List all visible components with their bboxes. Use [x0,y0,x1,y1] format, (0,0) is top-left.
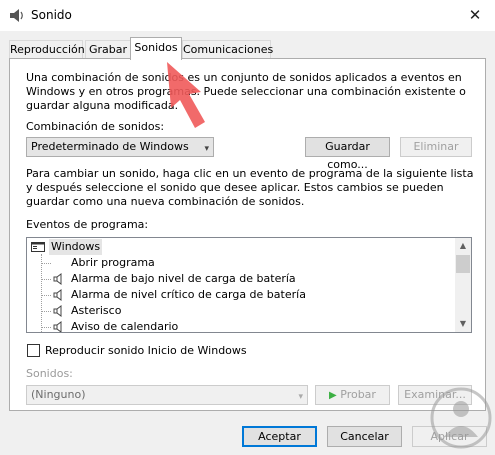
window-icon [31,242,45,252]
list-item[interactable]: Abrir programa [27,255,447,271]
scroll-thumb[interactable] [456,255,470,273]
list-item[interactable]: Asterisco [27,303,447,319]
save-as-button[interactable]: Guardar como... [305,137,390,171]
list-item-label: Abrir programa [71,256,155,269]
chevron-down-icon: ▾ [204,144,209,154]
cancel-button[interactable]: Cancelar [327,426,402,447]
scroll-down-icon[interactable]: ▼ [455,316,471,332]
vertical-scrollbar[interactable]: ▲ ▼ [455,238,471,332]
watermark-logo-icon [430,387,492,449]
list-item-group[interactable]: Windows [29,239,449,255]
sound-select[interactable]: (Ninguno) ▾ [26,385,308,405]
intro-line-2: Windows y en otros programas. Puede sele… [26,85,466,98]
list-item-label: Asterisco [71,304,122,317]
instructions-line-3: guardar como una nueva combinación de so… [26,195,305,208]
play-icon: ▶ [329,390,337,401]
test-sound-button[interactable]: ▶ Probar [315,385,390,405]
scroll-up-icon[interactable]: ▲ [455,238,471,254]
program-events-list[interactable]: Windows Abrir programa Alarma de bajo ni… [26,237,472,333]
speaker-icon [53,273,62,285]
list-item-label: Alarma de bajo nivel de carga de batería [71,272,296,285]
events-label: Eventos de programa: [26,218,149,231]
instructions-line-1: Para cambiar un sonido, haga clic en un … [26,167,474,180]
delete-scheme-button[interactable]: Eliminar [400,137,472,157]
scheme-label: Combinación de sonidos: [26,120,165,133]
intro-line-3: guardar alguna modificada. [26,99,179,112]
list-item[interactable]: Aviso de calendario [27,319,447,333]
scheme-select[interactable]: Predeterminado de Windows ▾ [26,137,214,157]
startup-sound-label[interactable]: Reproducir sonido Inicio de Windows [45,344,247,358]
list-group-label: Windows [49,239,103,255]
speaker-icon [53,305,62,317]
sound-select-value: (Ninguno) [31,388,86,401]
tab-grabar[interactable]: Grabar [85,40,131,59]
chevron-down-icon: ▾ [298,392,303,402]
tab-reproduccion[interactable]: Reproducción [9,40,85,59]
intro-line-1: Una combinación de sonidos es un conjunt… [26,71,462,84]
close-button[interactable]: ✕ [455,0,495,31]
instructions-line-2: y después seleccione el sonido que desee… [26,181,444,194]
list-item[interactable]: Alarma de nivel crítico de carga de bate… [27,287,447,303]
tab-sonidos[interactable]: Sonidos [130,37,182,60]
speaker-icon [53,321,62,332]
sounds-label: Sonidos: [26,367,73,380]
window-title: Sonido [31,8,72,22]
startup-sound-checkbox[interactable] [27,344,40,357]
list-item-label: Aviso de calendario [71,320,179,333]
tab-comunicaciones[interactable]: Comunicaciones [182,40,273,59]
list-item-label: Alarma de nivel crítico de carga de bate… [71,288,306,301]
scheme-select-value: Predeterminado de Windows [31,140,189,153]
title-bar: Sonido ✕ [0,0,495,31]
test-sound-label: Probar [340,388,376,401]
ok-button[interactable]: Aceptar [242,426,317,447]
speaker-icon [53,289,62,301]
speaker-icon [10,9,23,22]
list-item[interactable]: Alarma de bajo nivel de carga de batería [27,271,447,287]
